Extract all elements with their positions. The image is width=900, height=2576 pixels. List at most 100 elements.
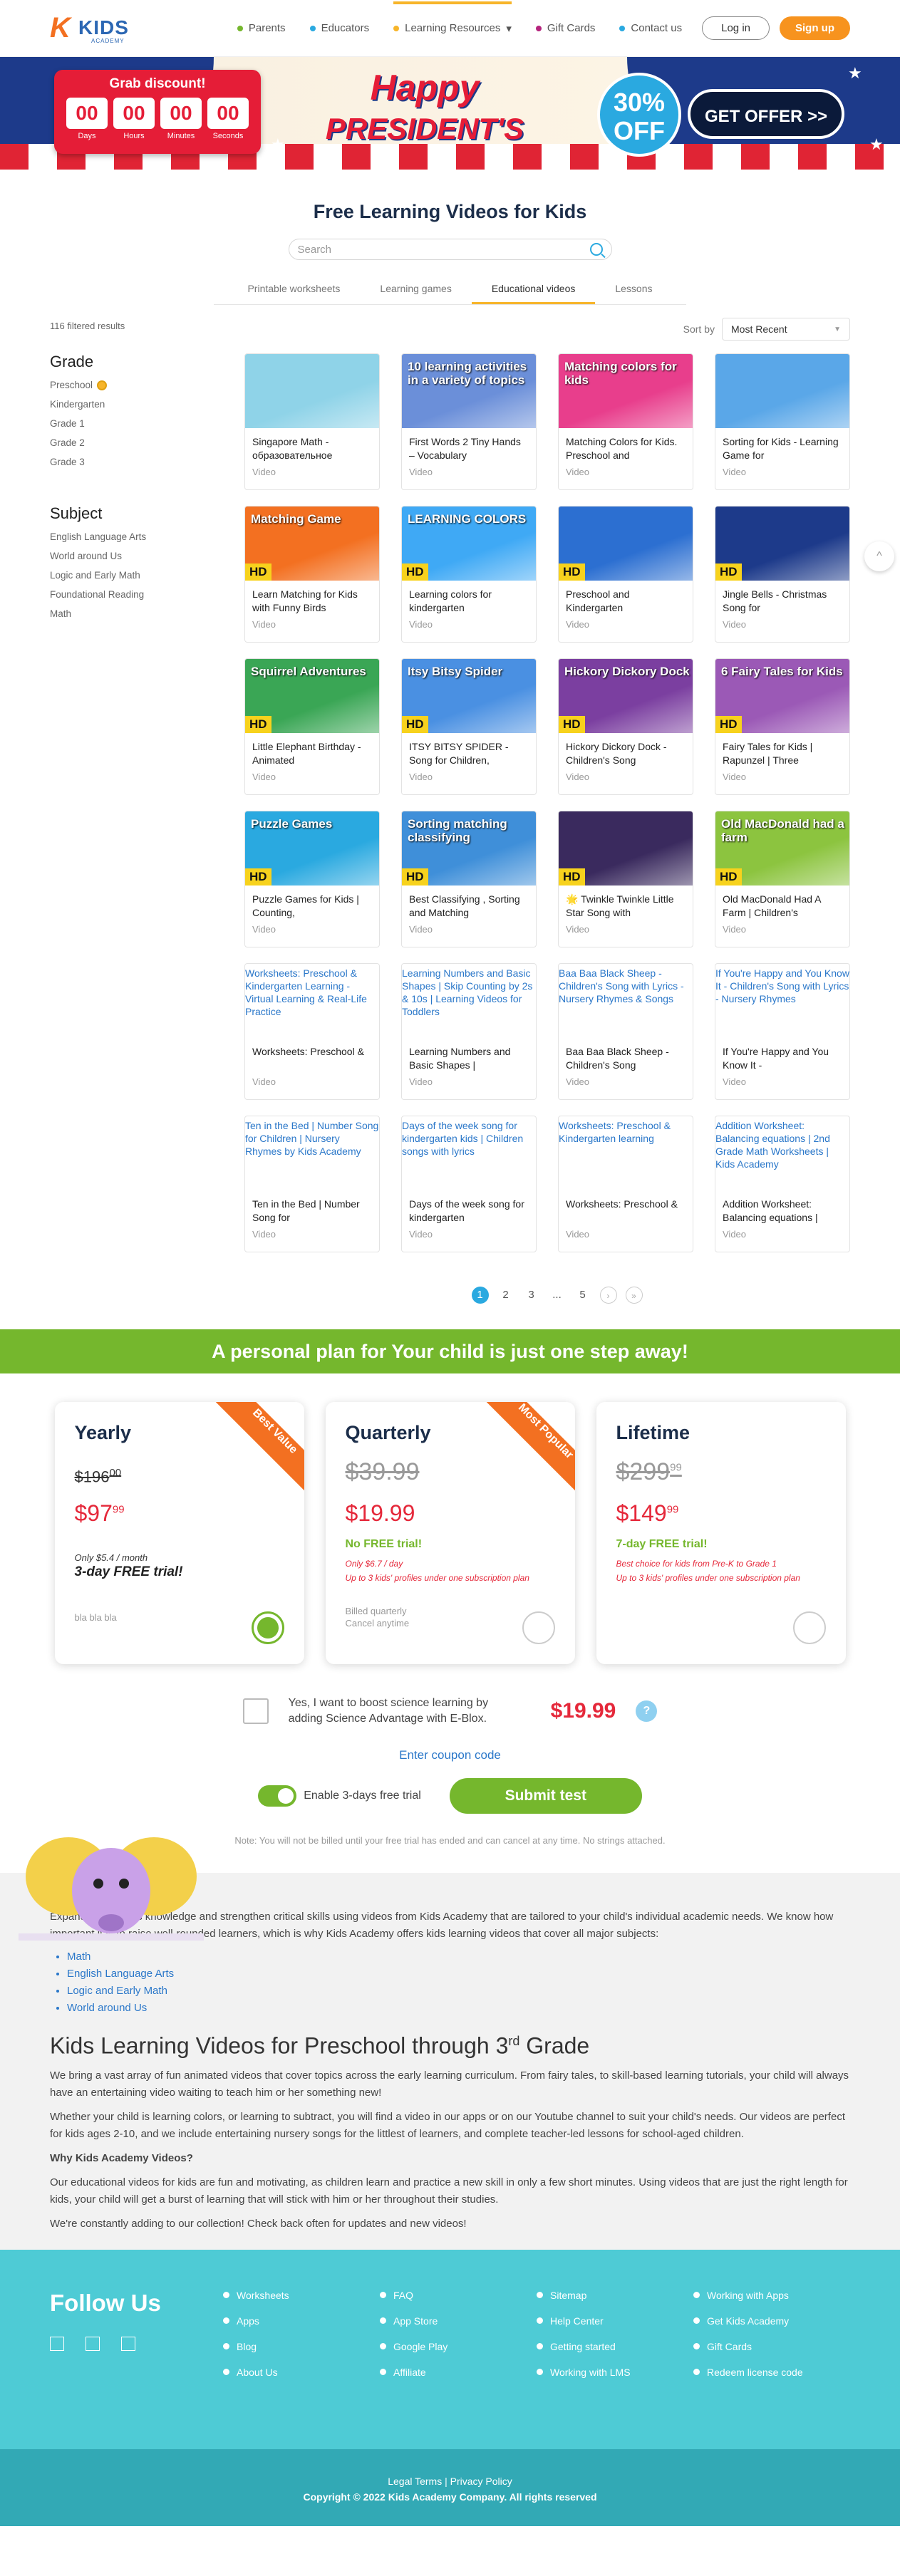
nav-parents[interactable]: Parents <box>237 22 286 34</box>
plan-lifetime[interactable]: Lifetime $29999 $14999 7-day FREE trial!… <box>596 1402 846 1664</box>
plan-radio[interactable] <box>522 1611 555 1644</box>
footer-link[interactable]: FAQ <box>380 2290 537 2301</box>
video-title: Learn Matching for Kids with Funny Birds <box>252 588 358 613</box>
plan-radio[interactable] <box>792 1611 826 1644</box>
footer-link[interactable]: Redeem license code <box>693 2367 850 2378</box>
coupon-link[interactable]: Enter coupon code <box>0 1748 900 1762</box>
chevron-up-icon[interactable]: ^ <box>864 541 894 571</box>
video-card[interactable]: Days of the week song for kindergarten k… <box>401 1116 537 1252</box>
footer-link[interactable]: Worksheets <box>223 2290 380 2301</box>
grade-filter-item[interactable]: Grade 3 <box>50 457 244 467</box>
video-card[interactable]: Worksheets: Preschool & Kindergarten lea… <box>558 1116 693 1252</box>
last-page-icon[interactable]: » <box>625 1287 643 1304</box>
subject-filter-item[interactable]: World around Us <box>50 551 244 561</box>
video-card[interactable]: Sorting matching classifying HD Best Class… <box>401 811 537 947</box>
tab-educational-videos[interactable]: Educational videos <box>471 277 596 304</box>
signup-button[interactable]: Sign up <box>780 16 850 40</box>
video-card[interactable]: Old MacDonald had a farm HD Old MacDonald … <box>715 811 850 947</box>
tab-learning-games[interactable]: Learning games <box>360 277 471 304</box>
trial-toggle[interactable] <box>258 1785 297 1807</box>
legal-links[interactable]: Legal Terms | Privacy Policy <box>0 2473 900 2489</box>
subject-filter-item[interactable]: English Language Arts <box>50 531 244 542</box>
facebook-icon[interactable] <box>50 2336 64 2351</box>
nav-educators[interactable]: Educators <box>309 22 369 34</box>
video-card[interactable]: Ten in the Bed | Number Song for Childre… <box>244 1116 380 1252</box>
footer-link[interactable]: Getting started <box>537 2341 693 2352</box>
plan-quarterly[interactable]: Most Popular Quarterly $39.99 $19.99 No … <box>326 1402 575 1664</box>
footer-link[interactable]: Google Play <box>380 2341 537 2352</box>
page-5[interactable]: 5 <box>574 1287 591 1304</box>
footer-link[interactable]: Affiliate <box>380 2367 537 2378</box>
submit-button[interactable]: Submit test <box>449 1778 642 1814</box>
video-card[interactable]: HD 🌟 Twinkle Twinkle Little Star Song wit… <box>558 811 693 947</box>
grade-filter-item[interactable]: Grade 1 <box>50 418 244 429</box>
next-page-icon[interactable]: › <box>599 1287 617 1304</box>
seo-subject-link[interactable]: Logic and Early Math <box>67 1983 850 2000</box>
seo-subject-link[interactable]: English Language Arts <box>67 1965 850 1983</box>
page-2[interactable]: 2 <box>497 1287 514 1304</box>
get-offer-button[interactable]: GET OFFER >> <box>688 89 844 139</box>
footer-link[interactable]: About Us <box>223 2367 380 2378</box>
page-1[interactable]: 1 <box>471 1287 489 1304</box>
search-input[interactable]: Search <box>288 239 612 260</box>
nav-gift-cards[interactable]: Gift Cards <box>535 22 595 34</box>
video-card[interactable]: Sorting for Kids - Learning Game for Vide… <box>715 353 850 490</box>
footer-link[interactable]: Help Center <box>537 2315 693 2327</box>
video-card[interactable]: Hickory Dickory Dock HD Hickory Dickory Do… <box>558 658 693 795</box>
help-icon[interactable]: ? <box>636 1700 658 1722</box>
video-card[interactable]: Itsy Bitsy Spider HD ITSY BITSY SPIDER - S… <box>401 658 537 795</box>
video-card[interactable]: Puzzle Games HD Puzzle Games for Kids | Co… <box>244 811 380 947</box>
footer-link[interactable]: Sitemap <box>537 2290 693 2301</box>
subject-filter-item[interactable]: Math <box>50 608 244 619</box>
video-card[interactable]: Baa Baa Black Sheep - Children's Song wi… <box>558 963 693 1100</box>
presidents-day-banner[interactable]: ★ ★ ★ ★ Grab discount! 00 Days 00 Hours 00 Mi… <box>0 57 900 170</box>
nav-contact-us[interactable]: Contact us <box>619 22 682 34</box>
video-card[interactable]: Singapore Math - образовательное Video <box>244 353 380 490</box>
video-card[interactable]: Squirrel Adventures HD Little Elephant Bir… <box>244 658 380 795</box>
video-card[interactable]: Matching colors for kids Matching Colors … <box>558 353 693 490</box>
video-card[interactable]: HD Preschool and Kindergarten Video <box>558 506 693 643</box>
footer-link[interactable]: Blog <box>223 2341 380 2352</box>
grade-filter-item[interactable]: Grade 2 <box>50 437 244 448</box>
search-icon[interactable] <box>589 243 603 256</box>
footer-link[interactable]: Gift Cards <box>693 2341 850 2352</box>
footer: Follow Us Worksheets Apps Blog About Us FAQ A… <box>0 2249 900 2449</box>
grade-filter-item[interactable]: Preschool <box>50 380 244 390</box>
video-card[interactable]: If You're Happy and You Know It - Childr… <box>715 963 850 1100</box>
footer-link[interactable]: Working with Apps <box>693 2290 850 2301</box>
video-type: Video <box>566 924 590 935</box>
footer-link[interactable]: Get Kids Academy <box>693 2315 850 2327</box>
countdown-seconds: 00 Seconds <box>207 98 249 140</box>
video-card[interactable]: 10 learning activities in a variety of t… <box>401 353 537 490</box>
seo-subject-link[interactable]: World around Us <box>67 2000 850 2017</box>
twitter-icon[interactable] <box>86 2336 100 2351</box>
video-card[interactable]: Worksheets: Preschool & Kindergarten Lea… <box>244 963 380 1100</box>
video-title: Matching Colors for Kids. Preschool and <box>566 436 678 461</box>
subject-filter-item[interactable]: Foundational Reading <box>50 589 244 600</box>
video-card[interactable]: Addition Worksheet: Balancing equations … <box>715 1116 850 1252</box>
video-card[interactable]: 6 Fairy Tales for Kids HD Fairy Tales for … <box>715 658 850 795</box>
video-card[interactable]: HD Jingle Bells - Christmas Song for Video <box>715 506 850 643</box>
video-type: Video <box>409 1076 433 1087</box>
thumbnail-caption: LEARNING COLORS <box>408 512 527 526</box>
video-card[interactable]: LEARNING COLORS HD Learning colors for kin… <box>401 506 537 643</box>
grade-filter-item[interactable]: Kindergarten <box>50 399 244 410</box>
plan-radio-selected[interactable] <box>251 1611 284 1644</box>
kids-academy-logo[interactable]: K KIDS ACADEMY <box>50 6 128 51</box>
footer-link[interactable]: Working with LMS <box>537 2367 693 2378</box>
subject-filter-item[interactable]: Logic and Early Math <box>50 570 244 581</box>
tab-lessons[interactable]: Lessons <box>595 277 672 304</box>
sort-select[interactable]: Most Recent ▼ <box>722 318 850 341</box>
nav-learning-resources[interactable]: Learning Resources ▾ <box>393 1 512 35</box>
youtube-icon[interactable] <box>121 2336 135 2351</box>
video-card[interactable]: Matching Game HD Learn Matching for Kids w… <box>244 506 380 643</box>
page-3[interactable]: 3 <box>523 1287 540 1304</box>
tab-printable-worksheets[interactable]: Printable worksheets <box>227 277 360 304</box>
video-card[interactable]: Learning Numbers and Basic Shapes | Skip… <box>401 963 537 1100</box>
seo-subject-link[interactable]: Math <box>67 1948 850 1965</box>
login-button[interactable]: Log in <box>702 16 770 40</box>
footer-link[interactable]: Apps <box>223 2315 380 2327</box>
science-checkbox[interactable] <box>242 1698 269 1724</box>
footer-link[interactable]: App Store <box>380 2315 537 2327</box>
plan-yearly[interactable]: Best Value Yearly $19600 $9799 Only $5.4… <box>55 1402 304 1664</box>
